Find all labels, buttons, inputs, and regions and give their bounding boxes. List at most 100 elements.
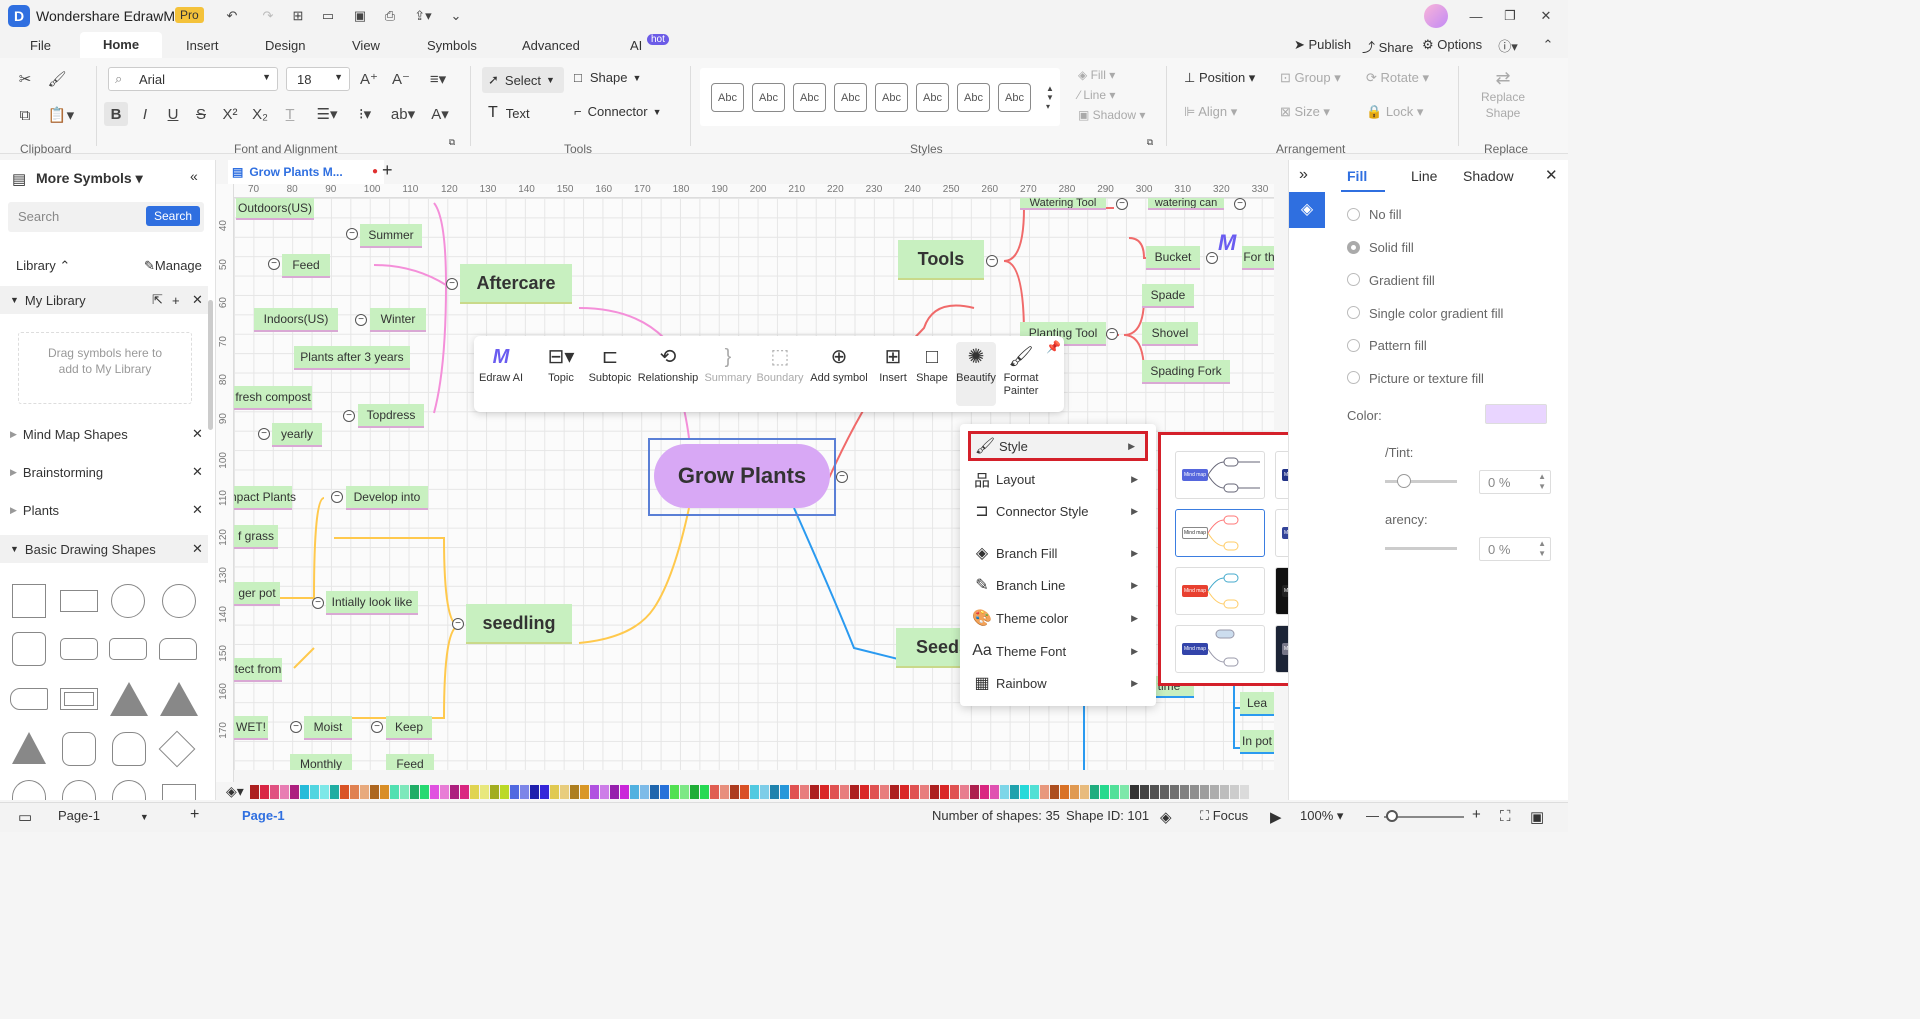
color-swatch[interactable] — [880, 785, 889, 799]
new-icon[interactable]: ⊞ — [288, 6, 308, 26]
ring-shape[interactable] — [112, 780, 146, 800]
color-swatch[interactable] — [600, 785, 609, 799]
rectangle-shape[interactable] — [12, 584, 46, 618]
shape-button-float[interactable]: □ Shape — [914, 342, 950, 406]
color-swatch[interactable] — [960, 785, 969, 799]
subtopic-button[interactable]: ⊏ Subtopic — [588, 342, 632, 406]
save-icon[interactable]: ▣ — [350, 6, 370, 26]
mindmap-node[interactable]: Lea — [1240, 692, 1274, 716]
color-swatch[interactable] — [460, 785, 469, 799]
color-swatch[interactable] — [420, 785, 429, 799]
radio-no-fill[interactable] — [1347, 208, 1360, 221]
color-swatch[interactable] — [310, 785, 319, 799]
mindmap-node[interactable]: WET! — [234, 716, 268, 740]
tint-slider[interactable] — [1385, 480, 1457, 483]
text-button[interactable]: T Text — [488, 104, 530, 122]
fill-button[interactable]: ◈ Fill ▾ — [1078, 68, 1115, 82]
pill-shape[interactable] — [10, 688, 48, 710]
color-swatch[interactable] — [1160, 785, 1169, 799]
radio-solid-fill[interactable] — [1347, 241, 1360, 254]
color-swatch[interactable] — [820, 785, 829, 799]
styles-scroll-icon[interactable]: ▲ ▼ ▾ — [1044, 70, 1056, 124]
color-swatch[interactable] — [580, 785, 589, 799]
color-swatch[interactable] — [570, 785, 579, 799]
rounded-rectangle-shape[interactable] — [109, 638, 147, 660]
style-thumbnail[interactable]: Mind map — [1175, 625, 1265, 673]
style-sample[interactable]: Abc — [834, 83, 867, 112]
color-swatch[interactable] — [380, 785, 389, 799]
fill-bucket-sidebar-icon[interactable]: ◈ — [1289, 192, 1325, 228]
text-highlight-icon[interactable]: ab▾ — [388, 102, 418, 126]
circle-shape[interactable] — [62, 780, 96, 800]
collapse-icon[interactable]: − — [452, 618, 464, 630]
color-swatch[interactable] — [450, 785, 459, 799]
mindmap-node-tools[interactable]: Tools — [898, 240, 984, 280]
style-thumbnail[interactable]: Mind map — [1175, 451, 1265, 499]
color-swatch[interactable] — [350, 785, 359, 799]
font-dialog-icon[interactable]: ⧉ — [446, 136, 458, 148]
restore-icon[interactable]: ❐ — [1500, 6, 1520, 26]
color-swatch[interactable] — [1170, 785, 1179, 799]
shape-button[interactable]: □ Shape ▼ — [574, 70, 641, 85]
tab-design[interactable]: Design — [265, 38, 305, 53]
tab-line[interactable]: Line — [1411, 168, 1437, 184]
close-icon[interactable]: ✕ — [192, 292, 203, 308]
library-item[interactable]: ▼ Basic Drawing Shapes ✕ — [0, 535, 208, 563]
mindmap-node[interactable]: fresh compost — [234, 386, 312, 410]
replace-shape-button[interactable]: ⇄ Replace Shape — [1474, 68, 1532, 121]
lock-button[interactable]: 🔒 Lock ▾ — [1366, 104, 1423, 120]
mindmap-node[interactable]: Feed — [282, 254, 330, 278]
color-swatch[interactable] — [920, 785, 929, 799]
mindmap-node[interactable]: f grass — [234, 525, 278, 549]
library-item[interactable]: ▶ Brainstorming ✕ — [0, 458, 208, 486]
color-swatch[interactable] — [990, 785, 999, 799]
collapse-icon[interactable]: − — [836, 471, 848, 483]
underline-icon[interactable]: U — [162, 102, 184, 126]
tab-advanced[interactable]: Advanced — [522, 38, 580, 53]
color-swatch[interactable] — [1030, 785, 1039, 799]
rounded-rectangle-shape[interactable] — [60, 638, 98, 660]
color-swatch[interactable] — [930, 785, 939, 799]
color-swatch[interactable] — [1020, 785, 1029, 799]
color-swatch[interactable] — [590, 785, 599, 799]
mindmap-node[interactable]: Spade — [1142, 284, 1194, 308]
tab-shadow[interactable]: Shadow — [1463, 168, 1514, 184]
color-swatch[interactable] — [800, 785, 809, 799]
color-swatch[interactable] — [400, 785, 409, 799]
color-swatch[interactable] — [950, 785, 959, 799]
color-swatch[interactable] — [1130, 785, 1139, 799]
decrease-font-icon[interactable]: A⁻ — [390, 68, 412, 90]
collapse-icon[interactable]: − — [312, 597, 324, 609]
mindmap-node[interactable]: Topdress — [358, 404, 424, 428]
text-format-icon[interactable]: T̲ — [278, 102, 302, 126]
circle-shape[interactable] — [111, 584, 145, 618]
text-align-icon[interactable]: ≡▾ — [424, 68, 452, 90]
collapse-icon[interactable]: − — [331, 491, 343, 503]
tab-shape[interactable] — [159, 638, 197, 660]
collapse-icon[interactable]: − — [1106, 328, 1118, 340]
color-swatch[interactable] — [940, 785, 949, 799]
collapse-icon[interactable]: − — [268, 258, 280, 270]
collapse-icon[interactable]: − — [986, 255, 998, 267]
fullscreen-icon[interactable]: ▣ — [1530, 808, 1544, 826]
paste-icon[interactable]: 📋▾ — [46, 104, 76, 126]
zoom-slider-handle[interactable] — [1386, 810, 1398, 822]
color-swatch[interactable] — [780, 785, 789, 799]
color-swatch[interactable] — [900, 785, 909, 799]
collapse-icon[interactable]: − — [355, 314, 367, 326]
color-swatch[interactable] — [910, 785, 919, 799]
library-toggle[interactable]: Library ⌃ — [16, 258, 70, 274]
zoom-out-icon[interactable]: — — [1366, 808, 1379, 823]
close-icon[interactable]: ✕ — [192, 426, 203, 442]
mindmap-node[interactable]: Summer — [360, 224, 422, 248]
search-button[interactable]: Search — [145, 206, 200, 226]
pin-icon[interactable]: 📌 — [1046, 340, 1061, 354]
color-swatch[interactable] — [1220, 785, 1229, 799]
color-swatch[interactable] — [1080, 785, 1089, 799]
close-icon[interactable]: ✕ — [192, 502, 203, 518]
collapse-icon[interactable]: − — [346, 228, 358, 240]
octagon-shape[interactable] — [62, 732, 96, 766]
increase-font-icon[interactable]: A⁺ — [358, 68, 380, 90]
bold-icon[interactable]: B — [104, 102, 128, 126]
focus-button[interactable]: ⛶ Focus — [1200, 808, 1248, 824]
